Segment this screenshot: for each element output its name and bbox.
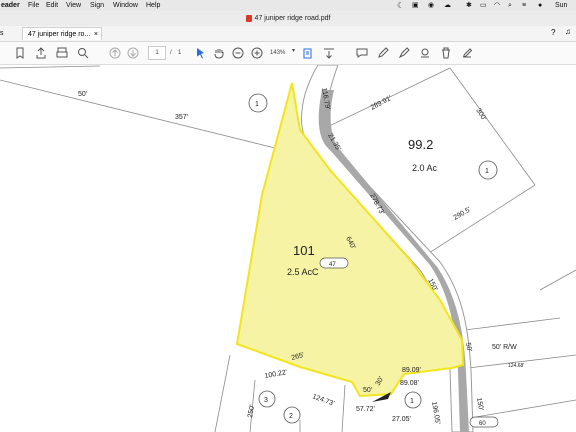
upload-icon[interactable] (34, 46, 48, 60)
battery-icon[interactable]: ▭ (480, 0, 487, 11)
close-icon[interactable]: × (94, 28, 98, 41)
control-center-icon[interactable]: ≡ (522, 0, 526, 11)
plat-map: 50' 357' 1 116.79' 289.91' 300' 21.35' 9… (0, 65, 576, 432)
app-menu[interactable]: eader (1, 0, 20, 11)
dim-label: 89.08' (400, 380, 419, 387)
chevron-down-icon[interactable]: ▾ (292, 47, 295, 54)
search-icon[interactable] (76, 46, 90, 60)
dim-label: 124.68' (508, 363, 524, 369)
menu-edit[interactable]: Edit (46, 0, 58, 11)
lot-number: 101 (293, 243, 315, 258)
house-number: 47 (329, 262, 336, 268)
lot-number: 99.2 (408, 137, 433, 152)
menu-help[interactable]: Help (146, 0, 160, 11)
tab-label: 47 juniper ridge ro... (28, 31, 91, 38)
tab-document[interactable]: 47 juniper ridge ro... × (22, 27, 102, 40)
page-fit-icon[interactable] (301, 46, 315, 60)
dim-label: 357' (175, 114, 188, 121)
comment-icon[interactable] (355, 46, 369, 60)
window-titlebar: 47 juniper ridge road.pdf (0, 11, 576, 27)
document-canvas[interactable]: 50' 357' 1 116.79' 289.91' 300' 21.35' 9… (0, 65, 576, 432)
cursor-icon[interactable] (193, 46, 207, 60)
pen-icon[interactable] (376, 46, 390, 60)
parcel-number: 60 (479, 421, 486, 427)
dim-label: 196.05' (430, 401, 441, 425)
right-of-way-label: 50' R/W (492, 344, 517, 351)
page-number-input[interactable]: 1 (148, 46, 166, 60)
help-icon[interactable]: ? (551, 28, 555, 37)
zoom-out-icon[interactable] (231, 46, 245, 60)
parcel-number: 1 (410, 398, 414, 405)
record-icon[interactable]: ◉ (428, 0, 434, 11)
bluetooth-icon[interactable]: ✱ (466, 0, 472, 11)
cloud-icon[interactable]: ☁ (444, 0, 451, 11)
dim-label: 100.22' (264, 369, 288, 380)
dim-label: 57.72' (356, 406, 375, 413)
print-icon[interactable] (55, 46, 69, 60)
bell-icon[interactable]: ♫ (565, 27, 571, 36)
dim-label: 89.09' (402, 367, 421, 374)
next-page-icon[interactable] (126, 46, 140, 60)
menu-file[interactable]: File (28, 0, 39, 11)
prev-page-icon[interactable] (108, 46, 122, 60)
highlight-icon[interactable] (397, 46, 411, 60)
parcel-number: 3 (264, 397, 268, 404)
scroll-mode-icon[interactable] (322, 46, 336, 60)
parcel-number: 1 (485, 168, 489, 175)
parcel-number: 2 (289, 413, 293, 420)
menu-window[interactable]: Window (113, 0, 138, 11)
bookmark-icon[interactable] (13, 46, 27, 60)
menu-view[interactable]: View (66, 0, 81, 11)
status-icon[interactable]: ▣ (412, 0, 419, 11)
lot-area: 2.0 Ac (412, 163, 438, 173)
moon-icon[interactable]: ☾ (397, 0, 404, 11)
zoom-in-icon[interactable] (250, 46, 264, 60)
zoom-level[interactable]: 143% (270, 48, 285, 58)
trash-icon[interactable] (439, 46, 453, 60)
parcel-number: 1 (255, 101, 259, 108)
siri-icon[interactable]: ● (538, 0, 542, 11)
tab-partial[interactable]: s (0, 26, 4, 41)
search-icon[interactable]: ⌕ (508, 0, 512, 11)
menu-bar: eader File Edit View Sign Window Help ☾ … (0, 0, 576, 11)
dim-label: 50' (78, 91, 87, 98)
lot-area: 2.5 AcC (287, 267, 319, 277)
dim-label: 290.5' (453, 206, 473, 221)
wifi-icon[interactable]: ◠ (494, 0, 500, 11)
tab-bar: s 47 juniper ridge ro... × ? ♫ (0, 26, 576, 42)
hand-icon[interactable] (212, 46, 226, 60)
edit-icon[interactable] (460, 46, 474, 60)
pdf-file-icon (245, 14, 252, 22)
page-total: 1 (178, 50, 182, 56)
dim-label: 27.05' (392, 416, 411, 423)
dim-label: 124.73' (311, 393, 335, 407)
menubar-clock[interactable]: Sun (555, 0, 567, 11)
menu-sign[interactable]: Sign (90, 0, 104, 11)
toolbar: 1 / 1 143% ▾ (0, 42, 576, 65)
dim-label: 50' (363, 387, 372, 394)
window-title: 47 juniper ridge road.pdf (254, 15, 331, 22)
dim-label: 250' (247, 404, 256, 418)
page-separator: / (170, 50, 172, 56)
stamp-icon[interactable] (418, 46, 432, 60)
dim-label: 289.91' (370, 95, 393, 112)
dim-label: 150' (475, 397, 484, 411)
dim-label: 300' (474, 107, 487, 122)
